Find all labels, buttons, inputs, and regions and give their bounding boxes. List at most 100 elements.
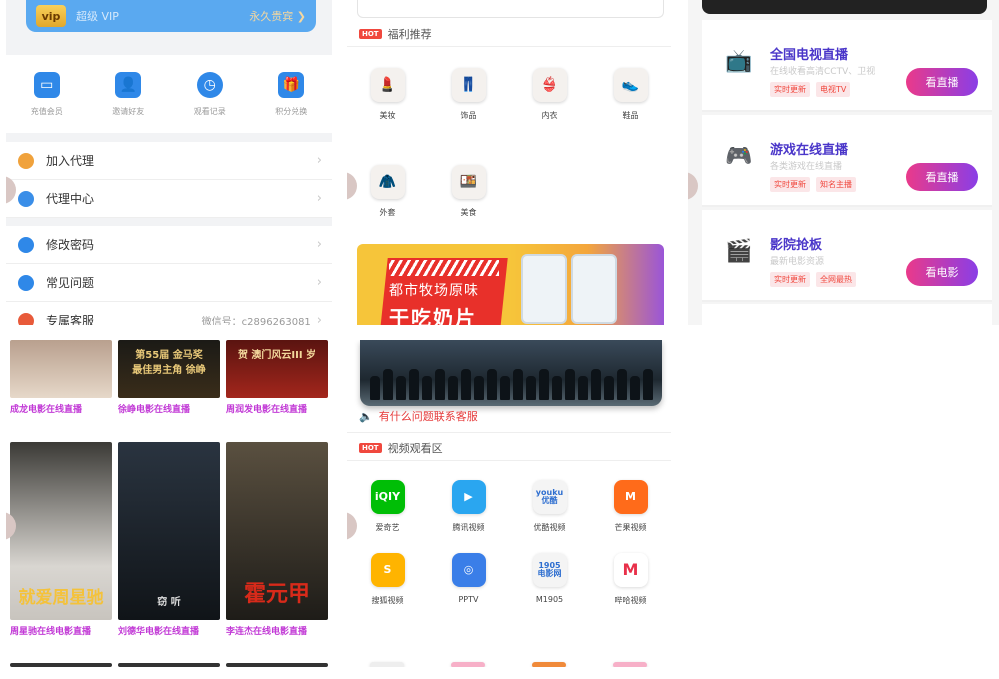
cinema-icon: 🎬: [725, 238, 753, 264]
video-app-item[interactable]: M 哔哈视频: [590, 553, 671, 606]
menu-item-menu1-1[interactable]: 代理中心 ›: [6, 180, 332, 218]
soldier-figure: [448, 376, 458, 400]
movie-poster-image[interactable]: 第55届 金马奖 最佳男主角 徐峥: [118, 340, 220, 398]
poster-overlay-text: 窃 听: [157, 597, 181, 608]
welfare-item[interactable]: 💄 美妆: [347, 68, 428, 121]
product-thumbnail: 👟: [613, 68, 648, 102]
video-app-item[interactable]: ▶ 腾讯视频: [428, 480, 509, 533]
app-logo-icon: ◎: [451, 553, 486, 587]
movie-caption[interactable]: 周润发电影在线直播: [226, 402, 307, 415]
menu-item-menu2-0[interactable]: 修改密码 ›: [6, 226, 332, 264]
video-app-item[interactable]: M 芒果视频: [590, 480, 671, 533]
soldier-figure: [370, 376, 380, 400]
movie-caption[interactable]: 周星驰在线电影直播: [10, 624, 91, 637]
live-panel: 📺 全国电视直播 在线收看高清CCTV、卫视 实时更新 电视TV 看直播 🎮 游戏在线直播 各类…: [688, 0, 999, 325]
quick-action-1[interactable]: 👤 邀请好友: [112, 71, 144, 117]
settings-menu: 修改密码 › 常见问题 › 专属客服 微信号：c2896263081 ›: [6, 226, 332, 325]
movie-caption[interactable]: 刘德华电影在线直播: [118, 624, 199, 637]
video-app-label: 哔哈视频: [614, 596, 647, 605]
app-logo-icon: M: [613, 480, 648, 514]
movie-caption[interactable]: 徐峥电影在线直播: [118, 402, 190, 415]
watch-button[interactable]: 看电影: [906, 258, 978, 286]
welfare-panel: HOT 福利推荐 💄 美妆 👖 饰品 👙 内衣 👟 鞋品 🧥 外套 🍱 美食 都市牧场原味 干吃奶片: [347, 0, 671, 325]
watch-button[interactable]: 看直播: [906, 68, 978, 96]
live-card[interactable]: 🎬 影院抢板 最新电影资源 实时更新 全网最热 看电影: [702, 210, 992, 302]
product-thumbnail: 👖: [451, 68, 486, 102]
tv-icon: 📺: [725, 48, 753, 74]
quick-action-2[interactable]: ◷ 观看记录: [194, 71, 226, 117]
hero-banner-image[interactable]: [360, 340, 662, 406]
hot-badge: HOT: [359, 29, 382, 39]
chevron-right-icon: ›: [316, 191, 322, 206]
poster-overlay-text: 贺 澳门风云III 岁: [237, 350, 317, 361]
soldier-figure: [409, 369, 419, 400]
speaker-icon: 🔈: [359, 409, 373, 423]
notice-bar[interactable]: 🔈 有什么问题联系客服: [359, 408, 478, 424]
menu-item-menu2-2[interactable]: 专属客服 微信号：c2896263081 ›: [6, 302, 332, 325]
video-app-label: M1905: [535, 595, 564, 604]
tag-badge: 实时更新: [770, 82, 810, 97]
video-app-item[interactable]: ◎ PPTV: [428, 553, 509, 606]
chevron-right-icon: ›: [316, 153, 322, 168]
video-app-label: 爱奇艺: [375, 523, 400, 532]
side-float-tab[interactable]: [688, 172, 698, 200]
video-app-grid: iQIY 爱奇艺 ▶ 腾讯视频 youku 优酷 优酷视频 M 芒果视频 S 搜狐视频 ◎ PPTV 1…: [347, 480, 671, 606]
promo-banner[interactable]: 都市牧场原味 干吃奶片: [357, 244, 664, 325]
movie-poster-image[interactable]: [10, 340, 112, 398]
quick-action-3[interactable]: 🎁 积分兑换: [275, 71, 307, 117]
user-icon: 👤: [115, 71, 142, 98]
user-center-panel: vip 超级 VIP 永久贵宾 ❯ ▭ 充值会员 👤 邀请好友 ◷ 观看记录 🎁 积分兑换 加…: [6, 0, 332, 325]
video-app-item[interactable]: 1905 电影网 M1905: [509, 553, 590, 606]
soldier-figure: [539, 369, 549, 400]
vip-forever-link[interactable]: 永久贵宾 ❯: [249, 8, 306, 24]
movie-poster-image[interactable]: 窃 听: [118, 442, 220, 620]
milk-bag-image: [521, 254, 567, 324]
quick-actions: ▭ 充值会员 👤 邀请好友 ◷ 观看记录 🎁 积分兑换: [6, 55, 332, 133]
live-card-title: 影院抢板: [770, 238, 823, 253]
lock-icon: [18, 236, 34, 253]
divider: [347, 460, 671, 461]
soldier-figure: [396, 376, 406, 400]
tag-badge: 知名主播: [816, 177, 856, 192]
soldier-figure: [461, 369, 471, 400]
watch-button[interactable]: 看直播: [906, 163, 978, 191]
movie-caption[interactable]: 成龙电影在线直播: [10, 402, 82, 415]
welfare-item[interactable]: 👟 鞋品: [590, 68, 671, 121]
welfare-item[interactable]: 👙 内衣: [509, 68, 590, 121]
quick-action-0[interactable]: ▭ 充值会员: [31, 71, 63, 117]
movie-caption[interactable]: 李连杰在线电影直播: [226, 624, 307, 637]
video-app-item[interactable]: iQIY 爱奇艺: [347, 480, 428, 533]
soldier-figure: [474, 376, 484, 400]
welfare-item[interactable]: 🍱 美食: [428, 165, 509, 218]
video-app-item[interactable]: youku 优酷 优酷视频: [509, 480, 590, 533]
welfare-item[interactable]: 👖 饰品: [428, 68, 509, 121]
movie-live-panel: 成龙电影在线直播 第55届 金马奖 最佳男主角 徐峥徐峥电影在线直播 贺 澳门风云I…: [6, 340, 332, 667]
welfare-item[interactable]: 🧥 外套: [347, 165, 428, 218]
menu-item-menu2-1[interactable]: 常见问题 ›: [6, 264, 332, 302]
live-card[interactable]: 📺 全国电视直播 在线收看高清CCTV、卫视 实时更新 电视TV 看直播: [702, 20, 992, 112]
movie-poster-image[interactable]: 霍元甲: [226, 442, 328, 620]
live-card[interactable]: 🎮 游戏在线直播 各类游戏在线直播 实时更新 知名主播 看直播: [702, 115, 992, 207]
app-logo-partial: [532, 662, 566, 667]
menu-item-label: 专属客服: [46, 314, 95, 325]
app-logo-icon: M: [613, 553, 648, 587]
soldier-figure: [604, 376, 614, 400]
product-thumbnail: 🧥: [370, 165, 405, 199]
app-logo-icon: iQIY: [370, 480, 405, 514]
gift-icon: 🎁: [278, 71, 305, 98]
menu-item-menu1-0[interactable]: 加入代理 ›: [6, 142, 332, 180]
divider: [347, 46, 671, 47]
game-icon: 🎮: [725, 143, 753, 169]
product-thumbnail: 🍱: [451, 165, 486, 199]
movie-poster-image[interactable]: 贺 澳门风云III 岁: [226, 340, 328, 398]
soldier-figure: [591, 369, 601, 400]
poster-overlay-text: 就爱周星驰: [18, 588, 104, 608]
card-icon: ▭: [33, 71, 60, 98]
search-bar[interactable]: [357, 0, 664, 18]
soldier-figure: [435, 369, 445, 400]
tag-badge: 实时更新: [770, 177, 810, 192]
video-app-item[interactable]: S 搜狐视频: [347, 553, 428, 606]
movie-poster-image[interactable]: 就爱周星驰: [10, 442, 112, 620]
live-card-tags: 实时更新 知名主播: [770, 177, 856, 192]
vip-card[interactable]: vip 超级 VIP 永久贵宾 ❯: [26, 0, 316, 32]
